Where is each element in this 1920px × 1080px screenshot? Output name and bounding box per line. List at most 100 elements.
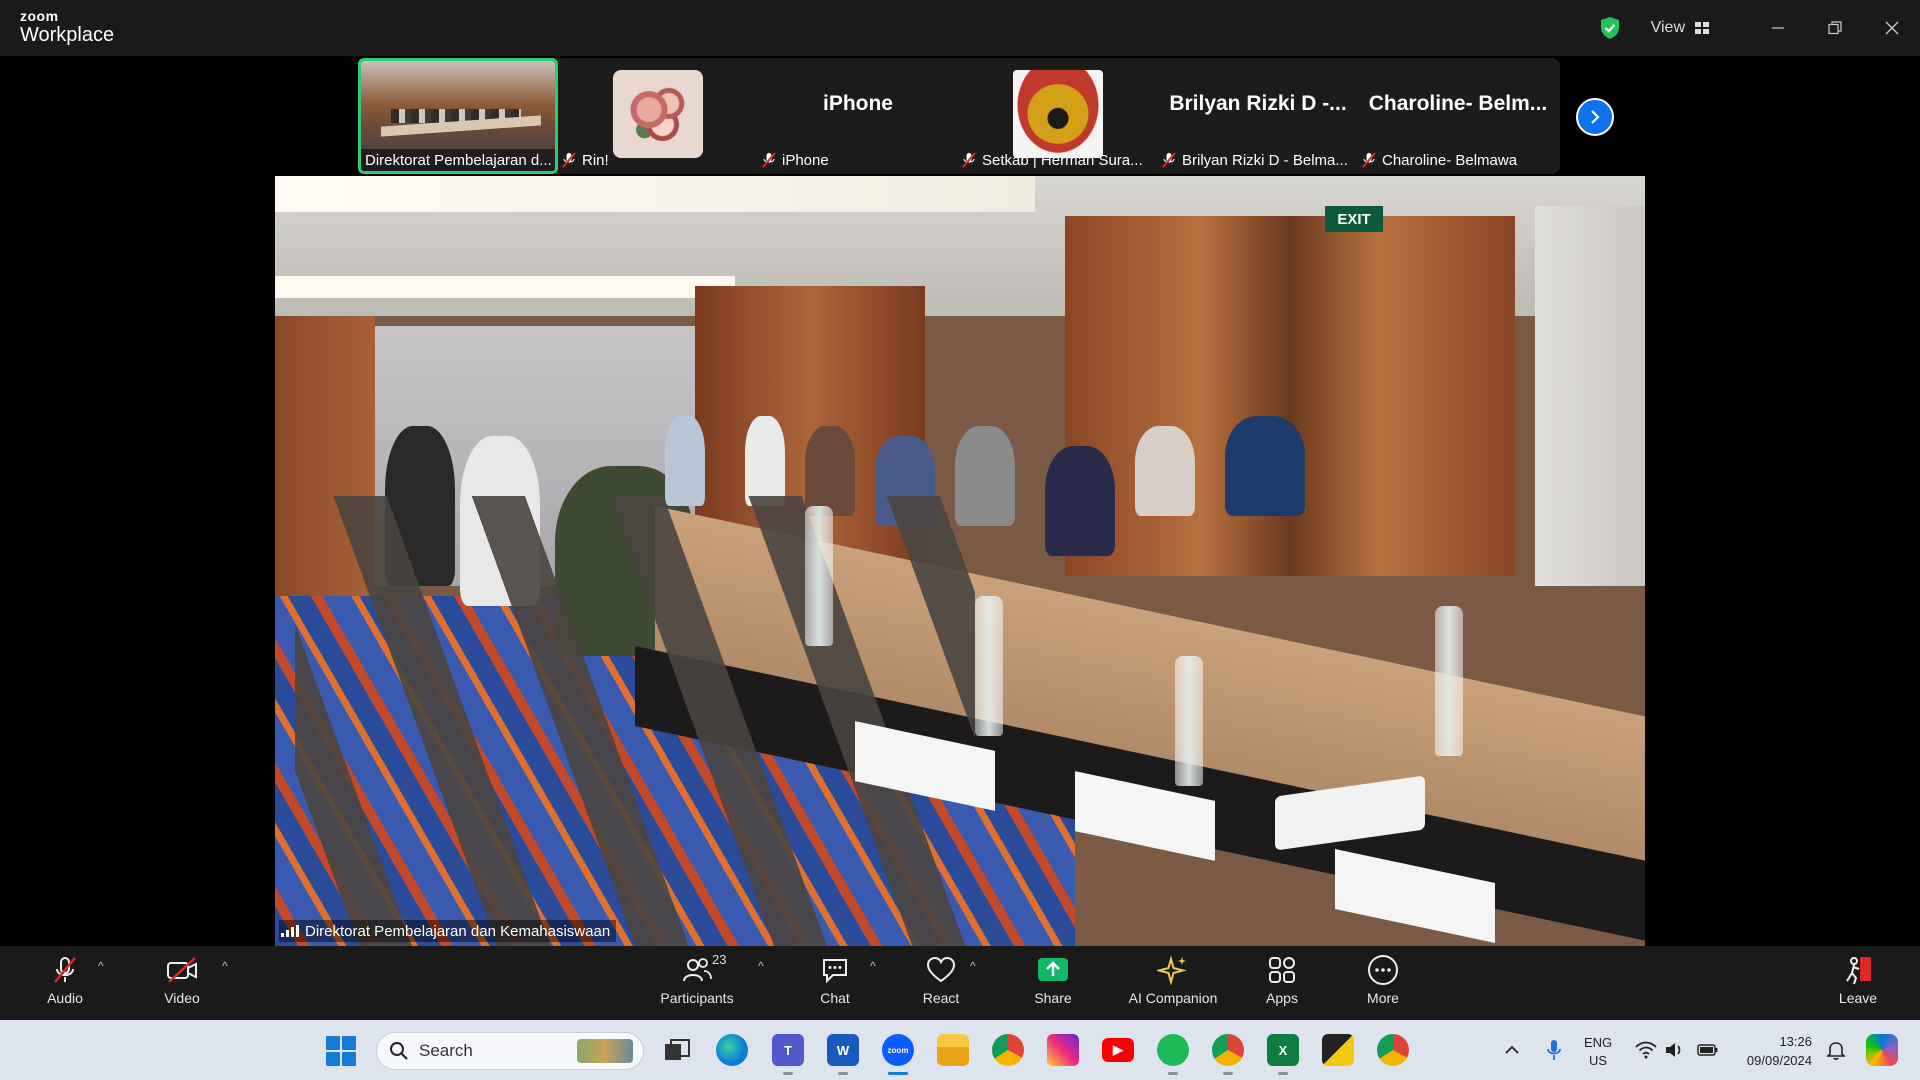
heart-icon [924, 954, 958, 986]
chat-icon [818, 954, 852, 986]
close-button[interactable] [1863, 0, 1920, 56]
thumbnail-label: Rin! [562, 149, 609, 171]
sparkle-icon [1156, 954, 1190, 986]
participants-button[interactable]: 23 Participants [647, 952, 747, 1014]
copilot-icon[interactable] [1866, 1034, 1898, 1066]
participant-name: Brilyan Rizki D - Belma... [1182, 151, 1348, 169]
mic-muted-icon [1362, 152, 1376, 168]
view-button[interactable]: View [1637, 13, 1723, 43]
ai-companion-button[interactable]: AI Companion [1113, 954, 1233, 1014]
thumbnail-label: Direktorat Pembelajaran d... [361, 149, 555, 171]
more-button[interactable]: More [1333, 954, 1433, 1014]
zoom-app-icon-text: zoom [887, 1045, 909, 1055]
minimize-button[interactable] [1749, 0, 1806, 56]
chat-options-caret[interactable]: ^ [870, 960, 882, 972]
chrome-profile-2-icon[interactable] [1377, 1034, 1409, 1066]
thumbnail-brilyan[interactable]: Brilyan Rizki D -... Brilyan Rizki D - B… [1158, 58, 1358, 174]
excel-icon[interactable]: X [1267, 1034, 1299, 1075]
connection-signal-icon [281, 925, 299, 937]
participant-name: iPhone [782, 151, 829, 169]
thumbnail-charoline[interactable]: Charoline- Belm... Charoline- Belmawa [1358, 58, 1558, 174]
word-icon[interactable]: W [827, 1034, 859, 1075]
thumbnail-label: Brilyan Rizki D - Belma... [1162, 149, 1348, 171]
thumbnail-iphone[interactable]: iPhone iPhone [758, 58, 958, 174]
thumbnail-label: Charoline- Belmawa [1362, 149, 1517, 171]
chat-label: Chat [820, 990, 850, 1006]
windows-start-button[interactable] [326, 1036, 356, 1066]
notifications-bell-icon[interactable] [1820, 1034, 1852, 1066]
thumbnail-direktorat[interactable]: Direktorat Pembelajaran d... [358, 58, 558, 174]
speaker-name: Direktorat Pembelajaran dan Kemahasiswaa… [305, 922, 611, 940]
participant-thumbnail-strip: Direktorat Pembelajaran d... Rin! iPhone… [358, 58, 1614, 174]
mic-muted-icon [1162, 152, 1176, 168]
exit-sign: EXIT [1325, 206, 1383, 232]
restore-button[interactable] [1806, 0, 1863, 56]
teams-icon[interactable]: T [772, 1034, 804, 1075]
apps-icon [1265, 954, 1299, 986]
view-label: View [1650, 19, 1685, 36]
search-placeholder: Search [419, 1041, 473, 1060]
spotify-icon[interactable] [1157, 1034, 1189, 1075]
participant-name: Rin! [582, 151, 609, 169]
edge-browser-icon[interactable] [716, 1034, 748, 1066]
react-label: React [922, 990, 960, 1006]
thumbnail-label: Setkab | Herman Sura... [962, 149, 1143, 171]
share-screen-icon [1036, 954, 1070, 986]
mic-muted-icon [962, 152, 976, 168]
minimize-icon [1771, 27, 1784, 29]
language-code: ENG [1584, 1035, 1613, 1050]
video-button[interactable]: Video [132, 954, 232, 1014]
more-icon [1366, 954, 1400, 986]
more-label: More [1367, 990, 1399, 1006]
security-shield-icon[interactable] [1599, 16, 1621, 40]
sticky-notes-icon[interactable] [1322, 1034, 1354, 1066]
brand-large: Workplace [20, 24, 115, 46]
system-clock[interactable]: 13:26 09/09/2024 [1736, 1032, 1812, 1070]
instagram-icon[interactable] [1047, 1034, 1079, 1066]
main-video-feed[interactable]: EXIT Direktorat Pembelajaran dan Kemahas… [275, 176, 1645, 946]
show-hidden-icons-chevron[interactable] [1496, 1034, 1528, 1066]
participant-count: 23 [712, 952, 727, 967]
meeting-controls-bar: Audio ^ Video ^ 23 Participants ^ Chat ^… [0, 946, 1920, 1020]
thumbnail-rin[interactable]: Rin! [558, 58, 758, 174]
input-language-indicator[interactable]: ENG US [1584, 1034, 1612, 1070]
brand-small: zoom [20, 8, 59, 24]
zoom-workplace-logo: zoom Workplace [20, 9, 114, 45]
participant-display-name: Charoline- Belm... [1368, 92, 1548, 115]
apps-button[interactable]: Apps [1232, 954, 1332, 1014]
taskbar-search-box[interactable]: Search [376, 1032, 644, 1070]
mic-muted-icon [762, 152, 776, 168]
mic-muted-icon [562, 152, 576, 168]
participant-display-name: Brilyan Rizki D -... [1169, 92, 1347, 115]
thumbnail-setkab[interactable]: Setkab | Herman Sura... [958, 58, 1158, 174]
keyboard-layout: US [1589, 1053, 1608, 1068]
file-explorer-icon[interactable] [937, 1034, 969, 1066]
leave-door-icon [1841, 954, 1875, 986]
volume-icon[interactable] [1658, 1034, 1690, 1066]
youtube-icon[interactable]: ▶ [1102, 1038, 1134, 1062]
video-options-caret[interactable]: ^ [222, 960, 234, 972]
participant-name: Setkab | Herman Sura... [982, 151, 1143, 169]
react-options-caret[interactable]: ^ [970, 960, 982, 972]
participant-name: Direktorat Pembelajaran d... [365, 151, 552, 169]
leave-button[interactable]: Leave [1808, 954, 1908, 1014]
battery-icon[interactable] [1692, 1034, 1724, 1066]
ai-companion-label: AI Companion [1128, 990, 1218, 1006]
video-label: Video [164, 990, 200, 1006]
audio-label: Audio [47, 990, 83, 1006]
chrome-icon[interactable] [992, 1034, 1024, 1066]
chrome-profile-icon[interactable] [1212, 1034, 1244, 1075]
next-page-button[interactable] [1576, 98, 1614, 136]
task-view-icon[interactable] [661, 1034, 693, 1066]
microphone-tray-icon[interactable] [1538, 1034, 1570, 1066]
participants-options-caret[interactable]: ^ [758, 960, 770, 972]
share-button[interactable]: Share [1003, 954, 1103, 1014]
zoom-app-icon[interactable]: zoom [882, 1034, 914, 1075]
audio-options-caret[interactable]: ^ [98, 960, 110, 972]
grid-view-icon [1695, 22, 1709, 34]
participants-icon: 23 [680, 952, 726, 986]
close-icon [1885, 21, 1898, 35]
leave-label: Leave [1838, 990, 1878, 1006]
garuda-emblem-avatar [1013, 70, 1103, 158]
active-speaker-label: Direktorat Pembelajaran dan Kemahasiswaa… [279, 920, 617, 942]
